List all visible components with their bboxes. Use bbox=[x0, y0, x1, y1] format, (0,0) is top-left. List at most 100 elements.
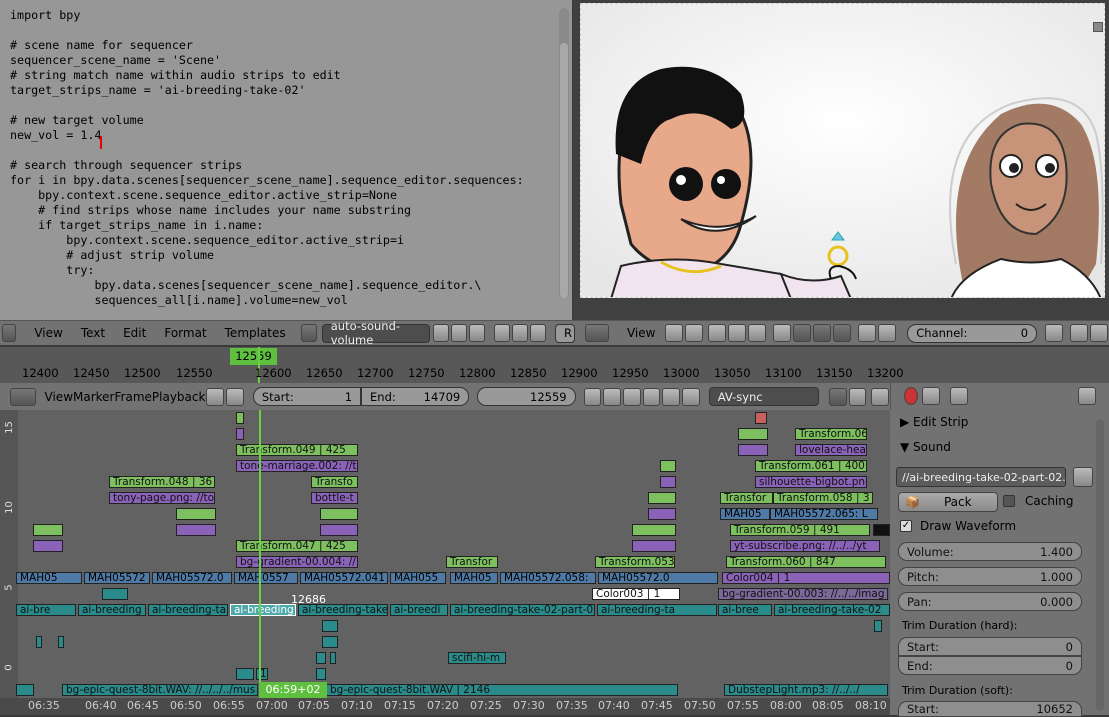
edit-strip-header[interactable]: ▶ Edit Strip bbox=[900, 415, 968, 429]
sound-strip[interactable] bbox=[316, 652, 326, 664]
menu-view[interactable]: View bbox=[618, 326, 664, 340]
image-strip[interactable]: bg-gradient-00.004: // bbox=[236, 556, 358, 568]
image-strip[interactable] bbox=[660, 460, 676, 472]
display-mode-icon[interactable] bbox=[665, 324, 684, 342]
image-strip[interactable] bbox=[176, 508, 216, 520]
transform-strip[interactable]: Transform.058 | 3 bbox=[773, 492, 873, 504]
camera-icon[interactable] bbox=[1070, 324, 1089, 342]
movie-strip[interactable]: MAH05572.0 bbox=[598, 572, 718, 584]
sound-filepath-field[interactable]: //ai-breeding-take-02-part-02.... bbox=[896, 467, 1066, 487]
transform-strip[interactable]: Transform.047 | 425 bbox=[236, 540, 358, 552]
render-icon[interactable] bbox=[858, 324, 877, 342]
meta-strip[interactable] bbox=[236, 428, 244, 440]
image-strip[interactable]: yt-subscribe.png: //../../yt bbox=[730, 540, 880, 552]
sound-strip[interactable]: ai-breeding-take-02-part-02 bbox=[450, 604, 595, 616]
sequencer-playhead[interactable] bbox=[259, 410, 261, 698]
keying-icon[interactable] bbox=[848, 387, 867, 406]
sound-strip[interactable] bbox=[58, 636, 64, 648]
movie-strip[interactable]: MAH05572.058: bbox=[500, 572, 596, 584]
settings-icon[interactable] bbox=[1090, 324, 1109, 342]
ghost-icon[interactable] bbox=[1045, 324, 1064, 342]
color-strip[interactable] bbox=[755, 412, 767, 424]
open-text-icon[interactable] bbox=[450, 324, 467, 342]
transform-strip[interactable]: Transform.053 bbox=[595, 556, 675, 568]
grid-icon[interactable] bbox=[748, 324, 767, 342]
transform-strip[interactable]: Transform.048 | 36 bbox=[109, 476, 215, 488]
caching-checkbox[interactable] bbox=[1003, 495, 1015, 507]
transform-strip[interactable]: Transfor bbox=[720, 492, 773, 504]
image-strip[interactable] bbox=[738, 428, 768, 440]
movie-strip[interactable]: MAH05572.065: L bbox=[770, 508, 878, 520]
sound-strip[interactable] bbox=[322, 620, 338, 632]
music-strip[interactable]: bg-epic-quest-8bit.WAV | 2146 bbox=[326, 684, 678, 696]
menu-view[interactable]: View bbox=[45, 390, 73, 404]
sequencer-strips-area[interactable]: 15 10 5 0 Transform.06 Transform.049 | 4… bbox=[0, 410, 890, 698]
sound-strip[interactable]: ai-breeding bbox=[78, 604, 146, 616]
editor-type-icon[interactable] bbox=[10, 387, 36, 406]
new-text-icon[interactable] bbox=[432, 324, 449, 342]
image-strip[interactable]: tony-page.png: //to bbox=[109, 492, 215, 504]
music-strip[interactable]: DubstepLight.mp3: //../../ bbox=[724, 684, 888, 696]
menu-format[interactable]: Format bbox=[155, 326, 215, 340]
sound-strip[interactable] bbox=[236, 668, 254, 680]
image-strip[interactable]: bottle-t bbox=[311, 492, 358, 504]
preview-corner-icon[interactable] bbox=[1093, 22, 1103, 32]
transform-strip[interactable]: Transform.061 | 400 bbox=[755, 460, 867, 472]
sound-strip[interactable]: ai-breeding-ta bbox=[148, 604, 228, 616]
image-icon[interactable] bbox=[833, 324, 852, 342]
movie-strip[interactable]: MAH05572 bbox=[84, 572, 150, 584]
menu-marker[interactable]: Marker bbox=[73, 390, 114, 404]
menu-edit[interactable]: Edit bbox=[114, 326, 155, 340]
movie-strip[interactable]: MAH05 bbox=[450, 572, 498, 584]
pin-icon[interactable] bbox=[1078, 387, 1096, 405]
record-icon[interactable] bbox=[904, 387, 918, 405]
start-frame-field[interactable]: Start: 1 bbox=[252, 387, 362, 406]
sound-strip[interactable] bbox=[322, 636, 338, 648]
color-strip[interactable]: Color003 | 1 bbox=[592, 588, 680, 600]
movie-strip[interactable]: MAH055 bbox=[390, 572, 446, 584]
movie-strip[interactable]: MAH05572.041 bbox=[300, 572, 388, 584]
image-strip[interactable] bbox=[236, 412, 244, 424]
sound-strip[interactable]: ai-breedi bbox=[390, 604, 448, 616]
menu-view[interactable]: View bbox=[25, 326, 71, 340]
editor-type-icon[interactable] bbox=[2, 324, 17, 342]
image-strip[interactable]: tone-marriage.002: //t bbox=[236, 460, 358, 472]
movie-strip[interactable]: MAH05 bbox=[720, 508, 770, 520]
record-icon[interactable] bbox=[813, 324, 832, 342]
play-icon[interactable] bbox=[642, 387, 661, 406]
text-editor[interactable]: import bpy # scene name for sequencer se… bbox=[0, 0, 572, 320]
hard-start-field[interactable]: Start: 0 bbox=[898, 637, 1082, 656]
checker-icon[interactable] bbox=[728, 324, 747, 342]
hard-end-field[interactable]: End: 0 bbox=[898, 656, 1082, 675]
movie-strip[interactable]: MAH0557 bbox=[234, 572, 298, 584]
meta-strip[interactable] bbox=[632, 540, 676, 552]
syntax-highlight-icon[interactable] bbox=[529, 324, 546, 342]
selected-sound-strip[interactable]: ai-breeding bbox=[230, 604, 296, 616]
sound-strip[interactable] bbox=[102, 588, 128, 600]
editor-scrollbar[interactable] bbox=[559, 8, 569, 298]
current-frame-field[interactable]: 12559 bbox=[477, 387, 576, 406]
scope-icon[interactable] bbox=[793, 324, 812, 342]
pitch-field[interactable]: Pitch: 1.000 bbox=[898, 567, 1082, 586]
image-strip[interactable]: lovelace-hea bbox=[795, 444, 867, 456]
transform-strip[interactable]: Transform.06 bbox=[795, 428, 867, 440]
meta-strip[interactable] bbox=[648, 508, 676, 520]
play-reverse-icon[interactable] bbox=[623, 387, 641, 406]
backdrop-icon[interactable] bbox=[878, 324, 897, 342]
color-strip[interactable]: Color004 | 1 bbox=[722, 572, 890, 584]
transform-strip[interactable]: Transform.049 | 425 bbox=[236, 444, 358, 456]
sound-strip[interactable] bbox=[330, 652, 336, 664]
jump-start-icon[interactable] bbox=[583, 387, 602, 406]
run-script-button[interactable]: R bbox=[554, 323, 575, 343]
prev-keyframe-icon[interactable] bbox=[603, 387, 621, 406]
sound-header[interactable]: ▼ Sound bbox=[900, 440, 951, 454]
overlay-icon[interactable] bbox=[773, 324, 792, 342]
text-browse-icon[interactable] bbox=[300, 324, 317, 342]
preview-range-icon[interactable] bbox=[206, 387, 225, 406]
channel-field[interactable]: Channel: 0 bbox=[907, 323, 1038, 343]
time-ruler[interactable]: 06:35 06:40 06:45 06:50 06:55 07:00 07:0… bbox=[0, 698, 890, 715]
movie-strip[interactable]: MAH05 bbox=[16, 572, 82, 584]
file-browse-icon[interactable] bbox=[1073, 467, 1093, 487]
sound-strip[interactable]: scifi-hi-m bbox=[448, 652, 506, 664]
transform-strip[interactable]: Transfor bbox=[446, 556, 498, 568]
